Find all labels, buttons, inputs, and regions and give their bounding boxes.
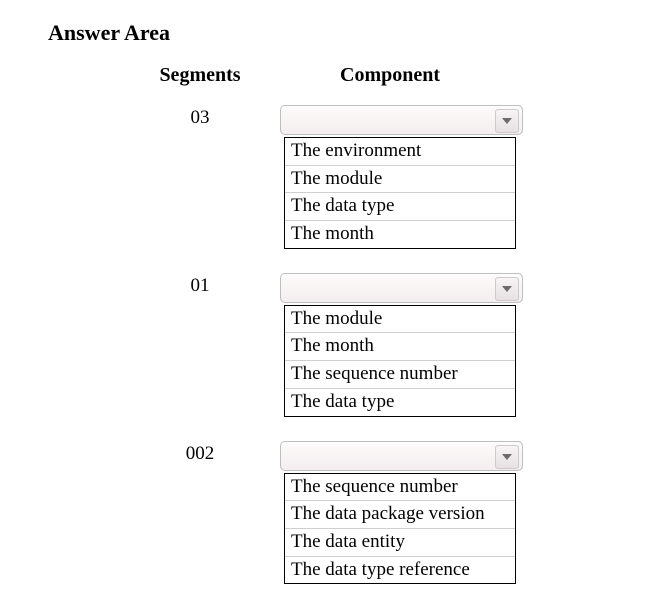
chevron-down-icon <box>495 277 519 301</box>
option-list-002: The sequence number The data package ver… <box>284 473 516 585</box>
option-list-01: The module The month The sequence number… <box>284 305 516 417</box>
segment-label-002: 002 <box>0 441 280 465</box>
component-cell: The module The month The sequence number… <box>280 273 525 417</box>
option-item[interactable]: The month <box>285 333 515 361</box>
segment-label-01: 01 <box>0 273 280 297</box>
option-list-03: The environment The module The data type… <box>284 137 516 249</box>
segment-row: 03 The environment The module The data t… <box>0 105 651 249</box>
segments-header: Segments <box>0 64 280 87</box>
option-item[interactable]: The sequence number <box>285 474 515 502</box>
component-header: Component <box>280 64 651 87</box>
option-item[interactable]: The environment <box>285 138 515 166</box>
option-item[interactable]: The data type <box>285 389 515 416</box>
option-item[interactable]: The month <box>285 221 515 248</box>
chevron-down-icon <box>495 445 519 469</box>
component-cell: The sequence number The data package ver… <box>280 441 525 585</box>
component-dropdown-002[interactable] <box>280 441 523 471</box>
segment-row: 002 The sequence number The data package… <box>0 441 651 585</box>
option-item[interactable]: The data type <box>285 193 515 221</box>
option-item[interactable]: The data entity <box>285 529 515 557</box>
segment-label-03: 03 <box>0 105 280 129</box>
component-dropdown-03[interactable] <box>280 105 523 135</box>
option-item[interactable]: The data type reference <box>285 557 515 584</box>
column-headers: Segments Component <box>0 64 651 87</box>
component-dropdown-01[interactable] <box>280 273 523 303</box>
option-item[interactable]: The sequence number <box>285 361 515 389</box>
segment-row: 01 The module The month The sequence num… <box>0 273 651 417</box>
chevron-down-icon <box>495 109 519 133</box>
component-cell: The environment The module The data type… <box>280 105 525 249</box>
page-title: Answer Area <box>48 20 651 46</box>
option-item[interactable]: The data package version <box>285 501 515 529</box>
option-item[interactable]: The module <box>285 306 515 334</box>
option-item[interactable]: The module <box>285 166 515 194</box>
